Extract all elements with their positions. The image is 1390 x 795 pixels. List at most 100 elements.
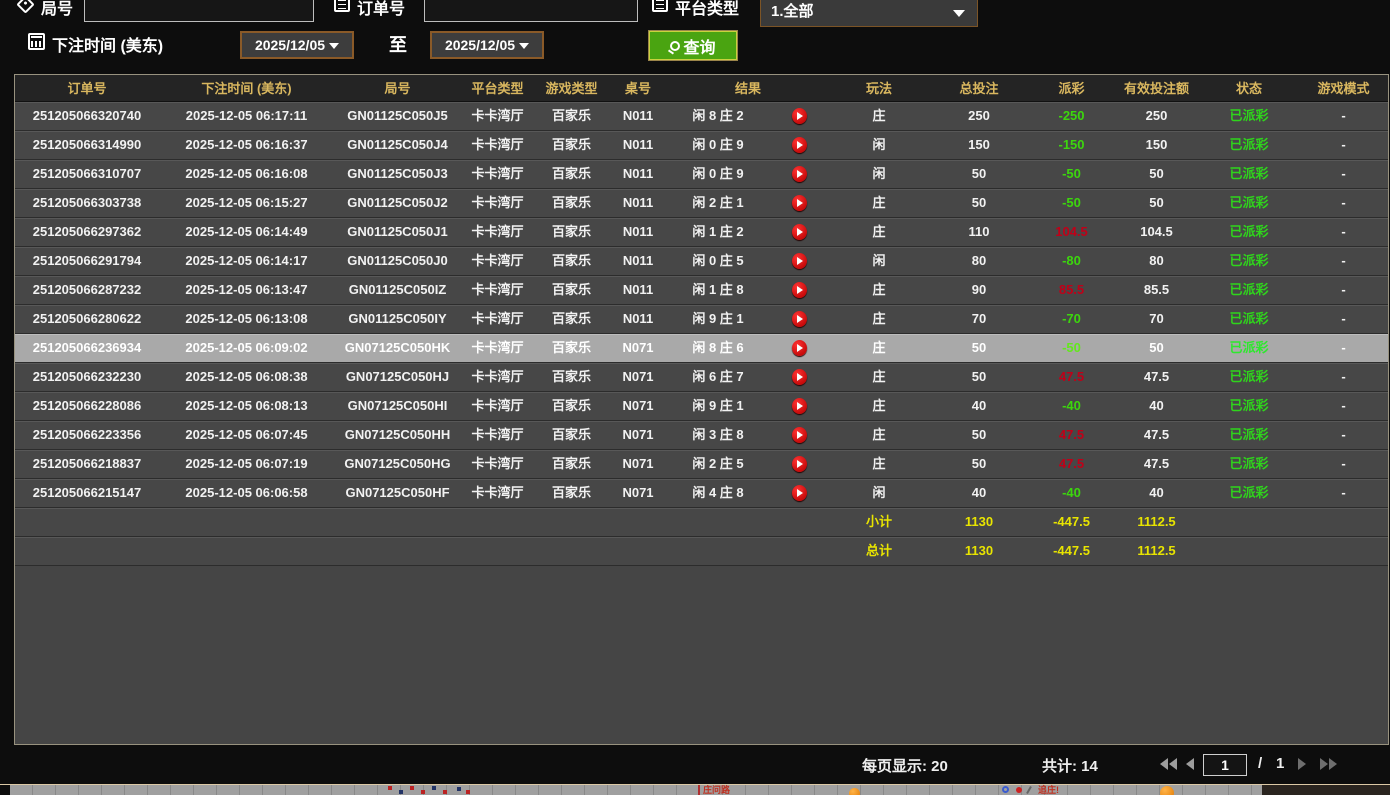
column-header: 局号 <box>334 75 461 101</box>
total-bet-cell: 250 <box>929 102 1029 130</box>
column-header: 派彩 <box>1029 75 1114 101</box>
table-header-row: 订单号 下注时间 (美东) 局号 平台类型 游戏类型 桌号 结果 玩法 总投注 … <box>15 75 1388 102</box>
last-page-button[interactable] <box>1320 758 1337 770</box>
total-bet-cell: 90 <box>929 276 1029 304</box>
round-number-cell: GN07125C050HJ <box>334 363 461 391</box>
status-cell: 已派彩 <box>1199 392 1299 420</box>
game-type-cell: 百家乐 <box>534 334 609 362</box>
table-row[interactable]: 2512050662188372025-12-05 06:07:19GN0712… <box>15 450 1388 479</box>
platform-select[interactable]: 1.全部 <box>760 0 978 27</box>
payout-cell: 47.5 <box>1029 450 1114 478</box>
replay-play-icon[interactable] <box>792 369 807 385</box>
play-type-cell: 闲 <box>829 160 929 188</box>
date-from-picker[interactable]: 2025/12/05 <box>240 31 354 59</box>
total-row: 总计1130-447.51112.5 <box>15 537 1388 566</box>
status-cell: 已派彩 <box>1199 334 1299 362</box>
table-row[interactable]: 2512050663207402025-12-05 06:17:11GN0112… <box>15 102 1388 131</box>
platform-cell: 卡卡湾厅 <box>461 102 534 130</box>
payout-cell: -50 <box>1029 189 1114 217</box>
valid-bet-cell: 50 <box>1114 189 1199 217</box>
replay-play-icon[interactable] <box>792 427 807 443</box>
total-bet-cell: 150 <box>929 131 1029 159</box>
total-count-label: 共计: 14 <box>1042 755 1098 776</box>
per-page-label: 每页显示: 20 <box>862 755 948 776</box>
replay-play-icon[interactable] <box>792 456 807 472</box>
platform-cell: 卡卡湾厅 <box>461 363 534 391</box>
valid-bet-cell: 50 <box>1114 334 1199 362</box>
subtotal-row-valid: 1112.5 <box>1114 508 1199 536</box>
table-number-cell: N011 <box>609 102 667 130</box>
round-input[interactable] <box>84 0 314 22</box>
result-cell: 闲 0 庄 9 <box>667 131 769 159</box>
table-number-cell: N071 <box>609 334 667 362</box>
payout-cell: 85.5 <box>1029 276 1114 304</box>
order-input[interactable] <box>424 0 638 22</box>
table-row[interactable]: 2512050663037382025-12-05 06:15:27GN0112… <box>15 189 1388 218</box>
replay-play-icon[interactable] <box>792 311 807 327</box>
table-row[interactable]: 2512050662322302025-12-05 06:08:38GN0712… <box>15 363 1388 392</box>
payout-cell: -70 <box>1029 305 1114 333</box>
records-table: 订单号 下注时间 (美东) 局号 平台类型 游戏类型 桌号 结果 玩法 总投注 … <box>14 74 1389 745</box>
table-number-cell: N011 <box>609 189 667 217</box>
valid-bet-cell: 80 <box>1114 247 1199 275</box>
platform-cell: 卡卡湾厅 <box>461 276 534 304</box>
first-page-button[interactable] <box>1160 758 1177 770</box>
replay-play-icon[interactable] <box>792 108 807 124</box>
roadmap-dot <box>432 786 436 790</box>
status-cell: 已派彩 <box>1199 189 1299 217</box>
table-row[interactable]: 2512050662369342025-12-05 06:09:02GN0712… <box>15 334 1388 363</box>
table-number-cell: N011 <box>609 305 667 333</box>
game-mode-cell: - <box>1299 450 1388 478</box>
column-header: 结果 <box>667 75 829 101</box>
status-cell: 已派彩 <box>1199 247 1299 275</box>
bet-time-cell: 2025-12-05 06:13:08 <box>159 305 334 333</box>
replay-cell <box>769 276 829 304</box>
column-header: 订单号 <box>15 75 159 101</box>
order-number-cell: 251205066314990 <box>15 131 159 159</box>
table-row[interactable]: 2512050662151472025-12-05 06:06:58GN0712… <box>15 479 1388 508</box>
round-number-cell: GN01125C050IZ <box>334 276 461 304</box>
game-type-cell: 百家乐 <box>534 363 609 391</box>
table-row[interactable]: 2512050662233562025-12-05 06:07:45GN0712… <box>15 421 1388 450</box>
table-row[interactable]: 2512050662917942025-12-05 06:14:17GN0112… <box>15 247 1388 276</box>
total-bet-cell: 110 <box>929 218 1029 246</box>
table-row[interactable]: 2512050662872322025-12-05 06:13:47GN0112… <box>15 276 1388 305</box>
game-type-cell: 百家乐 <box>534 102 609 130</box>
total-row-valid: 1112.5 <box>1114 537 1199 565</box>
order-number-cell: 251205066228086 <box>15 392 159 420</box>
valid-bet-cell: 250 <box>1114 102 1199 130</box>
replay-play-icon[interactable] <box>792 398 807 414</box>
table-row[interactable]: 2512050662280862025-12-05 06:08:13GN0712… <box>15 392 1388 421</box>
table-number-cell: N071 <box>609 392 667 420</box>
page-number-input[interactable] <box>1203 754 1247 776</box>
table-row[interactable]: 2512050662973622025-12-05 06:14:49GN0112… <box>15 218 1388 247</box>
replay-play-icon[interactable] <box>792 253 807 269</box>
subtotal-row-bet: 1130 <box>929 508 1029 536</box>
next-page-button[interactable] <box>1298 758 1306 770</box>
roadmap-dot <box>443 790 447 794</box>
platform-cell: 卡卡湾厅 <box>461 218 534 246</box>
replay-play-icon[interactable] <box>792 224 807 240</box>
bet-time-cell: 2025-12-05 06:14:49 <box>159 218 334 246</box>
replay-play-icon[interactable] <box>792 166 807 182</box>
table-row[interactable]: 2512050662806222025-12-05 06:13:08GN0112… <box>15 305 1388 334</box>
date-to-picker[interactable]: 2025/12/05 <box>430 31 544 59</box>
round-number-cell: GN01125C050J2 <box>334 189 461 217</box>
play-type-cell: 庄 <box>829 189 929 217</box>
valid-bet-cell: 47.5 <box>1114 450 1199 478</box>
game-mode-cell: - <box>1299 421 1388 449</box>
table-row[interactable]: 2512050663107072025-12-05 06:16:08GN0112… <box>15 160 1388 189</box>
prev-page-button[interactable] <box>1186 758 1194 770</box>
search-button[interactable]: 查询 <box>649 31 737 60</box>
table-row[interactable]: 2512050663149902025-12-05 06:16:37GN0112… <box>15 131 1388 160</box>
replay-play-icon[interactable] <box>792 282 807 298</box>
replay-play-icon[interactable] <box>792 485 807 501</box>
date-to-value: 2025/12/05 <box>445 37 515 53</box>
pagination-bar: 每页显示: 20 共计: 14 / 1 <box>0 745 1390 784</box>
replay-play-icon[interactable] <box>792 195 807 211</box>
game-chip <box>1160 786 1174 795</box>
game-type-cell: 百家乐 <box>534 479 609 507</box>
replay-play-icon[interactable] <box>792 137 807 153</box>
game-type-cell: 百家乐 <box>534 247 609 275</box>
replay-play-icon[interactable] <box>792 340 807 356</box>
